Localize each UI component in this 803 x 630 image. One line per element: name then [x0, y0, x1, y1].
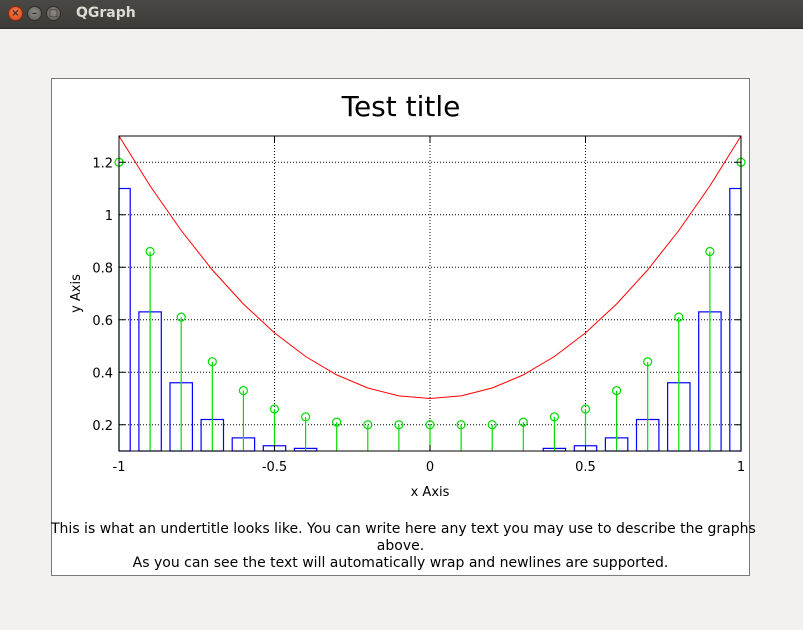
undertitle: This is what an undertitle looks like. Y…	[51, 521, 756, 572]
y-tick-label: 1.2	[92, 156, 113, 171]
x-tick-label: -1	[113, 460, 126, 475]
x-axis-label: x Axis	[411, 485, 450, 500]
y-tick-label: 0.4	[92, 366, 113, 381]
undertitle-line-3: As you can see the text will automatical…	[132, 555, 669, 571]
undertitle-line-1: This is what an undertitle looks like. Y…	[51, 521, 756, 537]
x-tick-label: 0	[426, 460, 434, 475]
y-tick-label: 0.8	[92, 261, 113, 276]
x-tick-label: 0.5	[575, 460, 596, 475]
undertitle-line-2: above.	[376, 538, 425, 554]
y-tick-label: 0.6	[92, 314, 113, 329]
x-tick-label: -0.5	[262, 460, 287, 475]
qgraph-window: × – □ QGraph Test title -1 -0.5 0 0.5 1 0.2 0.4…	[0, 0, 803, 630]
y-axis-label: y Axis	[69, 274, 84, 313]
chart-title: Test title	[341, 90, 461, 123]
x-tick-label: 1	[737, 460, 745, 475]
y-tick-label: 0.2	[92, 419, 113, 434]
y-tick-label: 1	[105, 209, 113, 224]
